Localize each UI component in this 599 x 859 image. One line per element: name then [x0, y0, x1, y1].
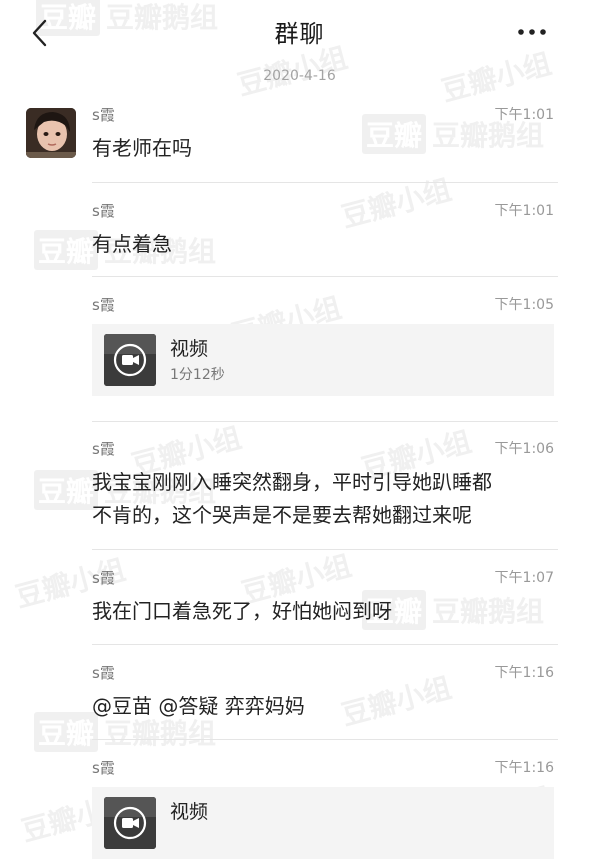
message-text[interactable]: 有点着急 — [92, 228, 558, 261]
video-camera-icon — [104, 797, 156, 849]
message-time: 下午1:07 — [494, 570, 554, 586]
top-bar: 群聊 — [0, 0, 599, 66]
video-title: 视频 — [170, 338, 209, 360]
sender-name: s霞 — [92, 106, 115, 124]
divider — [92, 276, 558, 277]
sender-name: s霞 — [92, 759, 115, 777]
more-dots-icon — [518, 29, 546, 35]
video-duration: 1分12秒 — [170, 367, 225, 383]
divider — [92, 549, 558, 550]
message-text[interactable]: @豆苗 @答疑 弈弈妈妈 — [92, 690, 558, 723]
divider — [92, 739, 558, 740]
divider — [92, 182, 558, 183]
sender-name: s霞 — [92, 440, 115, 458]
video-card[interactable]: 视频 — [92, 787, 554, 859]
date-divider: 2020-4-16 — [263, 68, 336, 84]
message-time: 下午1:16 — [494, 760, 554, 776]
message-text-line: 不肯的，这个哭声是不是要去帮她翻过来呢 — [92, 503, 472, 527]
message-time: 下午1:05 — [494, 297, 554, 313]
divider — [92, 644, 558, 645]
divider — [92, 421, 558, 422]
page-title: 群聊 — [274, 20, 325, 48]
sender-name: s霞 — [92, 202, 115, 220]
avatar-image — [26, 108, 76, 158]
watermark: 豆瓣小组 — [338, 173, 455, 234]
video-camera-icon — [104, 334, 156, 386]
message-text[interactable]: 我在门口着急死了，好怕她闷到呀 — [92, 595, 558, 628]
message-text[interactable]: 有老师在吗 — [92, 132, 558, 165]
message-text-line: 我宝宝刚刚入睡突然翻身，平时引导她趴睡都 — [92, 470, 492, 494]
message-time: 下午1:16 — [494, 665, 554, 681]
sender-name: s霞 — [92, 664, 115, 682]
video-card[interactable]: 视频 1分12秒 — [92, 324, 554, 396]
video-thumbnail — [104, 334, 156, 386]
sender-name: s霞 — [92, 569, 115, 587]
more-button[interactable] — [512, 20, 552, 44]
video-thumbnail — [104, 797, 156, 849]
message-text[interactable]: 我宝宝刚刚入睡突然翻身，平时引导她趴睡都 不肯的，这个哭声是不是要去帮她翻过来呢 — [92, 466, 558, 532]
message-time: 下午1:01 — [494, 203, 554, 219]
message-time: 下午1:01 — [494, 107, 554, 123]
video-title: 视频 — [170, 801, 209, 823]
avatar[interactable] — [26, 108, 76, 158]
sender-name: s霞 — [92, 296, 115, 314]
message-time: 下午1:06 — [494, 441, 554, 457]
